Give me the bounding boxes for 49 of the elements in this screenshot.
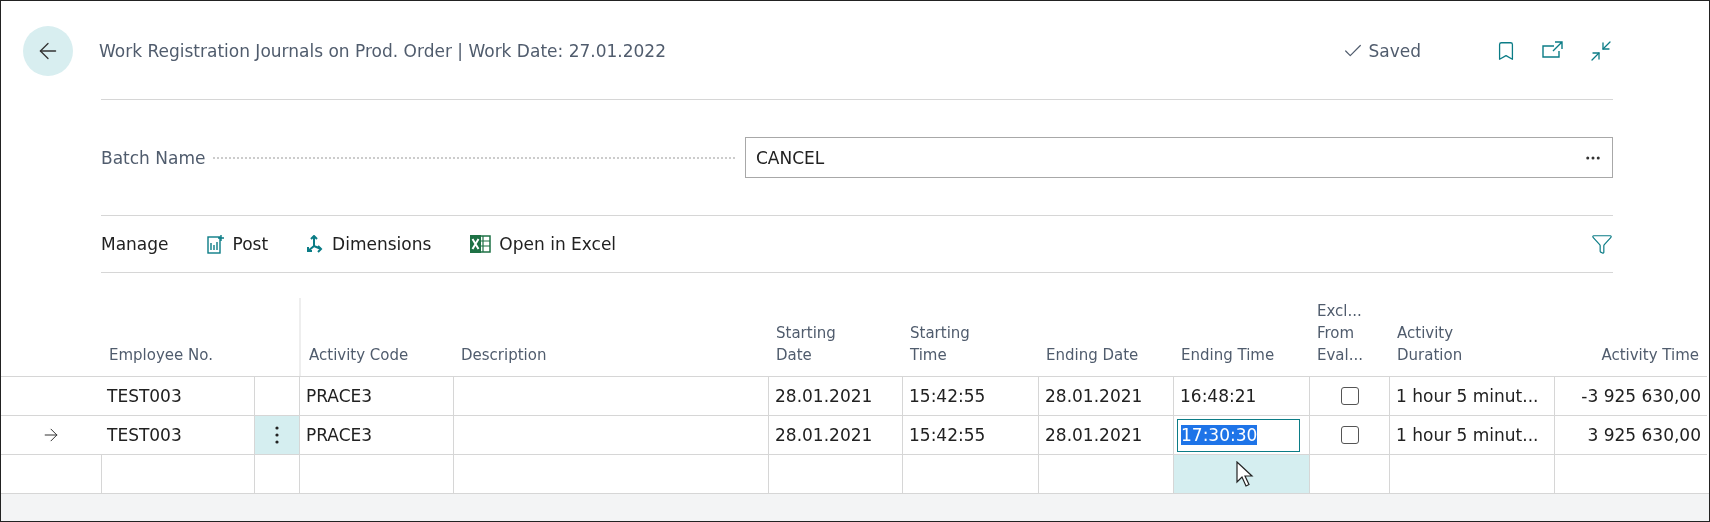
table-cell: 15:42:55 [902,415,1038,454]
checkbox[interactable] [1340,387,1359,405]
menu-tab[interactable]: Manage [101,234,169,254]
table-cell: 15:42:55 [902,376,1038,415]
collapse-button[interactable] [1589,39,1613,63]
table-cell: 1 hour 5 minut... [1389,415,1554,454]
action-button[interactable]: Open in Excel [469,234,617,254]
table-cell: 16:48:21 [1173,376,1309,415]
column-header[interactable]: Employee No. [109,344,213,366]
batch-name-field[interactable]: CANCEL [745,137,1613,178]
column-header[interactable]: Activity Code [309,344,409,366]
action-button[interactable]: Dimensions [306,234,432,254]
page-title: Work Registration Journals on Prod. Order | Work Date: 27.01.2022 [99,41,667,61]
filter-button[interactable] [1591,233,1613,255]
action-button[interactable]: Post [206,234,269,254]
row-menu-cell[interactable] [254,415,299,454]
table-cell: 28.01.2021 [1038,415,1173,454]
column-header[interactable]: Excl... From Eval... [1317,300,1364,366]
column-header[interactable]: Starting Date [776,322,836,366]
more-button[interactable] [275,426,279,444]
back-button[interactable] [23,26,73,76]
table-cell: -3 925 630,00 [1554,376,1707,415]
filter-icon [1591,233,1613,255]
arrows-icon [306,235,325,253]
collapse-icon [1589,39,1613,63]
mouse-pointer-icon [1236,461,1254,487]
table-cell: 1 hour 5 minut... [1389,376,1554,415]
column-header[interactable]: Ending Time [1181,344,1275,366]
column-header[interactable]: Ending Date [1046,344,1139,366]
table-cell: 28.01.2021 [768,376,902,415]
post-icon [206,234,225,254]
checkbox[interactable] [1340,426,1359,444]
column-header[interactable]: Starting Time [910,322,970,366]
table-cell: 28.01.2021 [1038,376,1173,415]
spreadsheet-icon [469,234,492,254]
batch-name-label: Batch Name [101,147,207,168]
column-header[interactable]: Activity Time [1601,344,1699,366]
table-cell: TEST003 [101,376,254,415]
column-header[interactable]: Activity Duration [1397,322,1463,366]
more-icon [275,426,279,444]
hovered-cell[interactable] [1173,454,1309,493]
table-cell: 28.01.2021 [768,415,902,454]
table-cell: PRACE3 [299,376,453,415]
table-cell: PRACE3 [299,415,453,454]
field-value: CANCEL [756,147,825,168]
time-input-field[interactable]: 17:30:30 [1177,418,1300,452]
column-header[interactable]: Description [461,344,547,366]
table-cell: 3 925 630,00 [1554,415,1707,454]
saved-status: Saved [1368,41,1421,61]
